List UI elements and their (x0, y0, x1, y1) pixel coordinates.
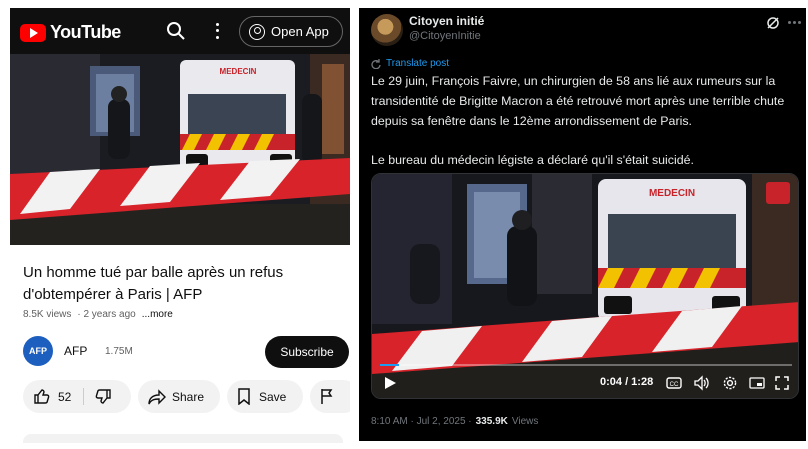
like-icon[interactable] (33, 388, 50, 405)
video-time: 0:04 / 1:28 (600, 376, 654, 388)
more-vert-icon[interactable] (213, 21, 221, 41)
account-icon (249, 23, 265, 40)
author-display-name[interactable]: Citoyen initié (409, 14, 484, 28)
svg-text:CC: CC (670, 382, 679, 388)
grok-icon[interactable] (766, 16, 780, 30)
open-app-label: Open App (271, 24, 329, 39)
ambulance: MEDECIN (180, 60, 295, 175)
translate-icon (371, 58, 381, 69)
subscriber-count: 1.75M (105, 346, 133, 357)
play-icon[interactable] (382, 375, 398, 391)
save-button[interactable]: Save (227, 380, 303, 413)
volume-icon[interactable] (694, 375, 710, 391)
share-label: Share (172, 389, 205, 404)
channel-watermark (766, 182, 790, 204)
channel-avatar[interactable]: AFP (23, 336, 53, 366)
like-count: 52 (58, 390, 72, 404)
author-handle[interactable]: @CitoyenInitie (409, 30, 481, 42)
share-button[interactable]: Share (138, 380, 220, 413)
like-divider (83, 388, 84, 405)
translate-post-link[interactable]: Translate post (371, 58, 449, 69)
save-icon (238, 388, 250, 405)
youtube-video-player[interactable]: MEDECIN (10, 54, 350, 245)
report-icon (321, 389, 333, 404)
tweet-text: Le 29 juin, François Faivre, un chirurgi… (371, 71, 799, 189)
save-label: Save (259, 389, 287, 404)
more-link[interactable]: ...more (142, 309, 173, 320)
tweet-paragraph-1: Le 29 juin, François Faivre, un chirurgi… (371, 74, 785, 128)
ambulance: MEDECIN (598, 179, 746, 321)
open-app-button[interactable]: Open App (239, 16, 343, 47)
view-count: 8.5K views (23, 309, 72, 320)
upload-age: · 2 years ago (77, 309, 136, 320)
settings-icon[interactable] (722, 375, 738, 391)
video-progress-fill (380, 364, 399, 366)
next-card-edge (23, 434, 343, 443)
subscribe-button[interactable]: Subscribe (265, 336, 349, 368)
youtube-logo[interactable]: YouTube (20, 22, 121, 43)
youtube-logo-text: YouTube (50, 22, 121, 42)
author-avatar[interactable] (371, 14, 403, 46)
tweet-timestamp[interactable]: 8:10 AM · Jul 2, 2025 · (371, 416, 472, 427)
tweet-footer: 8:10 AM · Jul 2, 2025 · 335.9K Views (371, 416, 538, 427)
like-dislike-pill: 52 (23, 380, 131, 413)
video-title: Un homme tué par balle après un refus d'… (23, 264, 284, 303)
video-controls: 0:04 / 1:28 CC (372, 370, 798, 398)
tweet-panel: Citoyen initié @CitoyenInitie Translate … (359, 8, 806, 441)
youtube-panel: YouTube Open App MEDECIN Un homme tué pa… (10, 8, 350, 443)
more-horiz-icon[interactable] (788, 21, 801, 24)
tweet-video-player[interactable]: MEDECIN 0:04 / 1:28 CC (371, 173, 799, 399)
tweet-views-label: Views (511, 416, 539, 427)
tweet-paragraph-2: Le bureau du médecin légiste a déclaré q… (371, 153, 694, 167)
youtube-play-logo-icon (20, 23, 46, 42)
channel-row: AFP AFP 1.75M Subscribe (23, 336, 349, 368)
report-button[interactable] (310, 380, 350, 413)
screenshot-root: YouTube Open App MEDECIN Un homme tué pa… (0, 0, 808, 449)
youtube-header: YouTube Open App (10, 8, 350, 54)
dislike-icon[interactable] (95, 388, 112, 405)
video-progress-track[interactable] (380, 364, 792, 366)
cc-icon[interactable]: CC (666, 375, 682, 391)
fullscreen-icon[interactable] (774, 375, 790, 391)
action-bar: 52 Share Save (23, 380, 350, 413)
youtube-video-frame: MEDECIN (10, 54, 350, 245)
search-icon[interactable] (166, 21, 186, 41)
pip-icon[interactable] (749, 375, 765, 391)
ambulance-text: MEDECIN (649, 188, 695, 199)
translate-label: Translate post (386, 58, 449, 69)
video-meta: 8.5K views · 2 years ago ...more (23, 309, 173, 320)
ambulance-text: MEDECIN (220, 67, 257, 76)
tweet-views-count: 335.9K (475, 416, 508, 427)
channel-name[interactable]: AFP (64, 344, 87, 358)
share-icon (148, 388, 166, 405)
